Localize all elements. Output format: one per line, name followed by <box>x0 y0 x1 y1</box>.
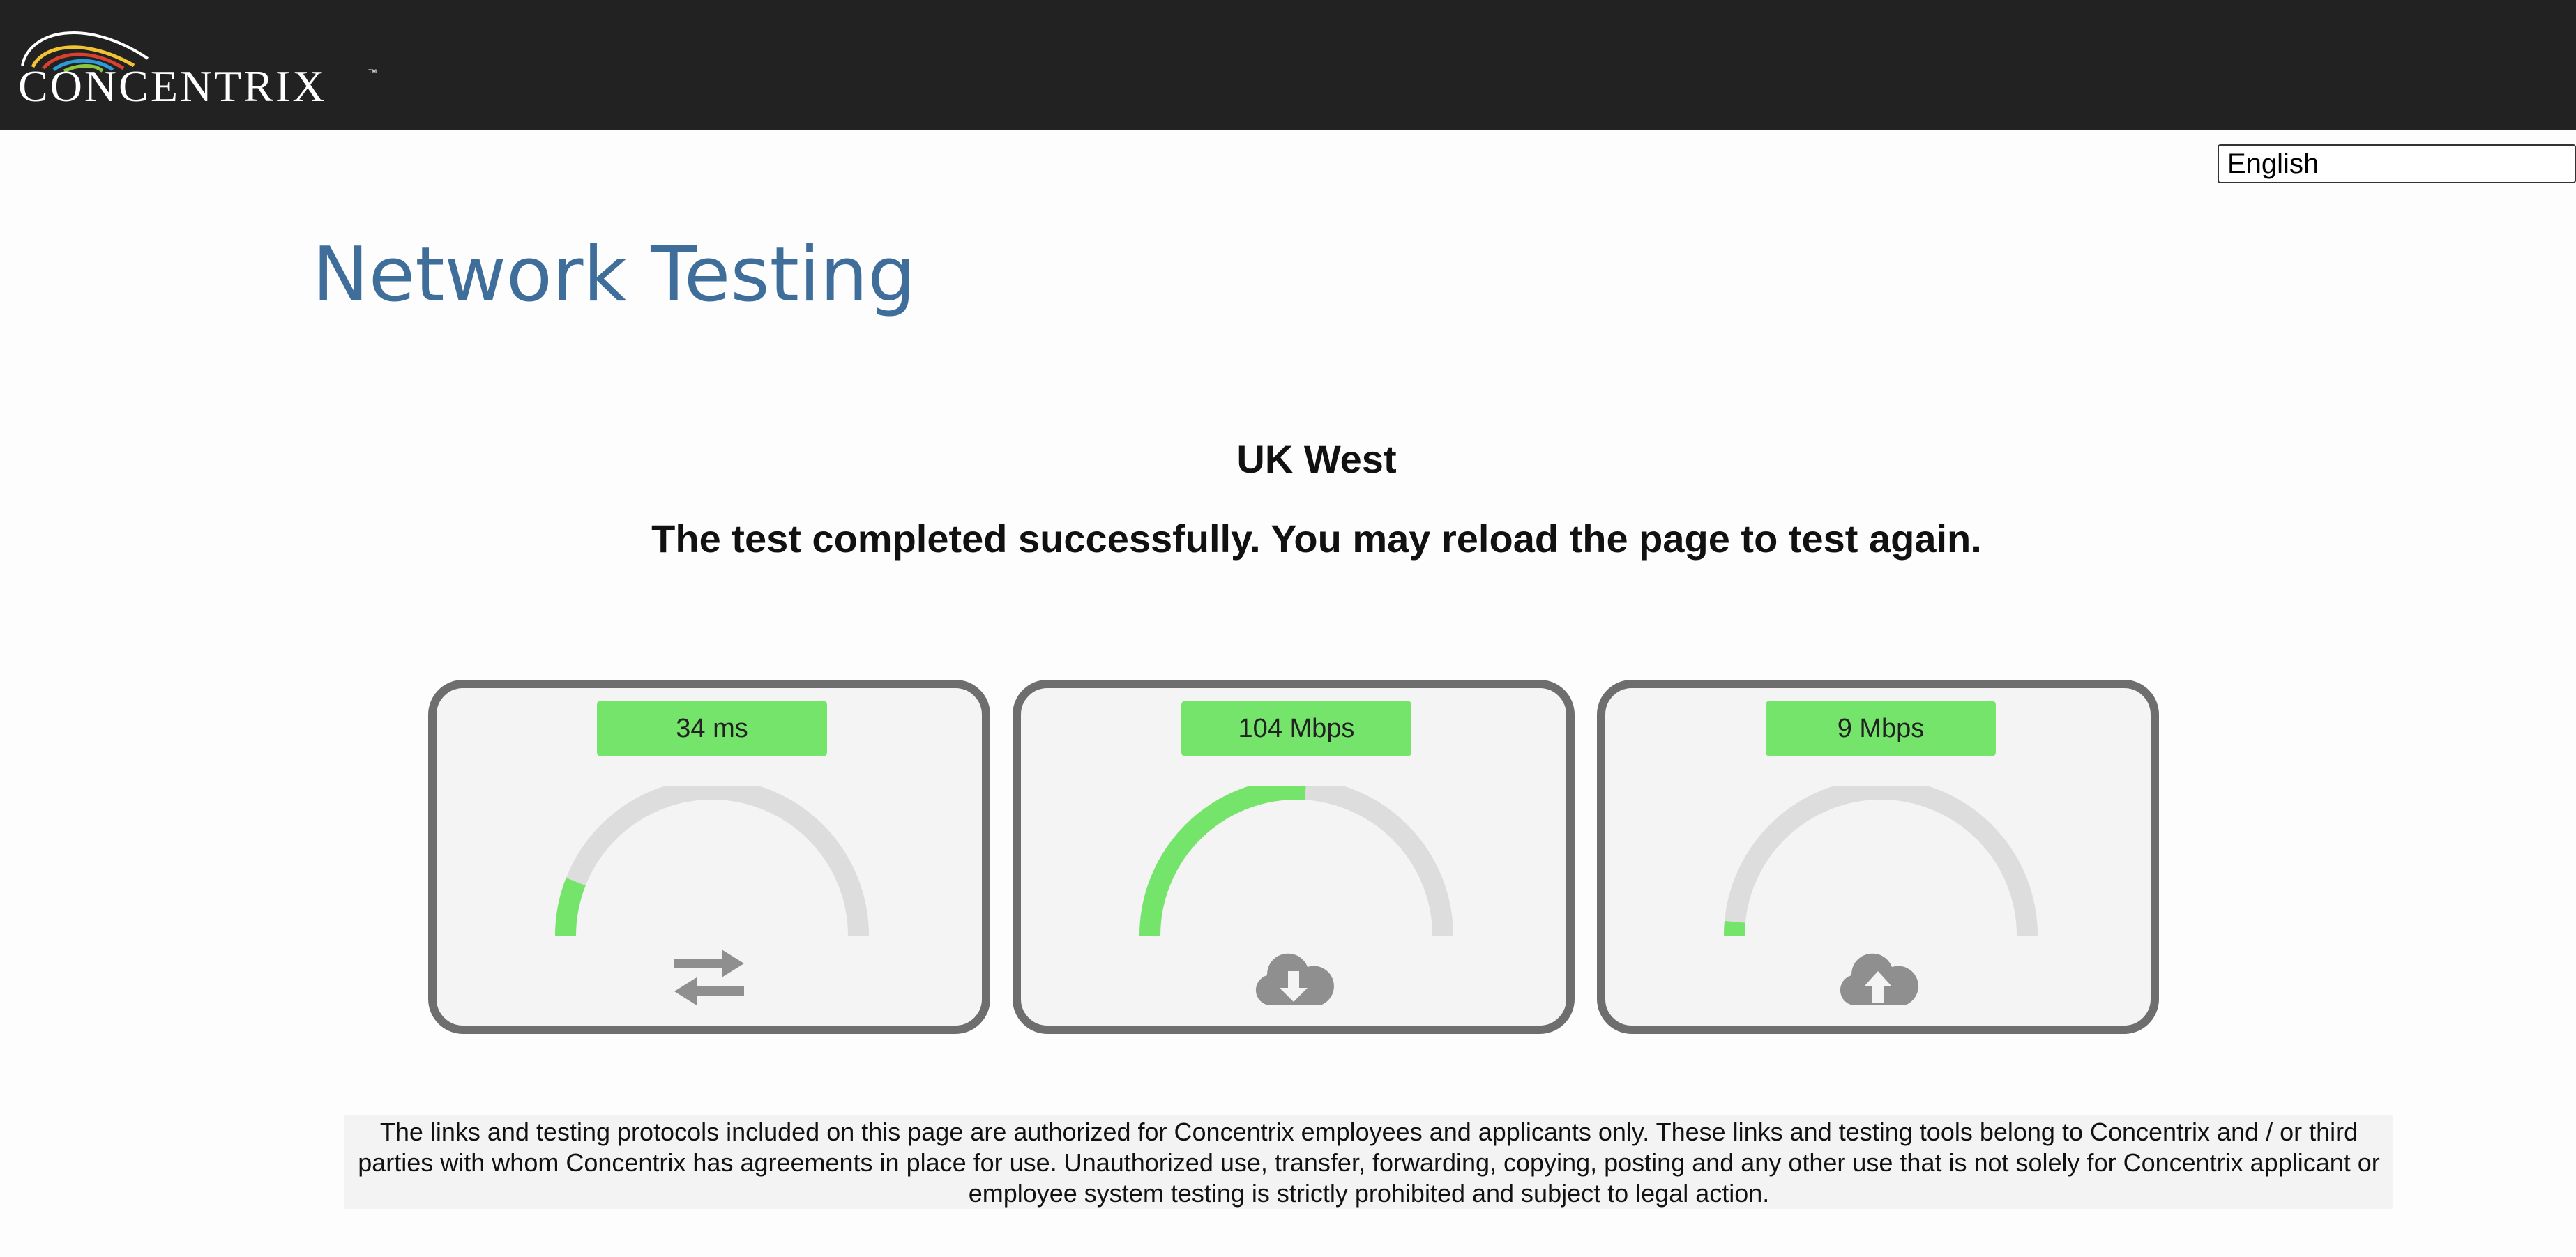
gauge-track <box>555 786 869 936</box>
page-title: Network Testing <box>312 231 916 319</box>
transfer-arrows-icon <box>674 950 744 1005</box>
header-bar: CONCENTRIX ™ <box>0 0 2576 130</box>
download-gauge <box>1139 786 1453 936</box>
download-value-badge: 104 Mbps <box>1181 701 1411 756</box>
gauge-fill <box>1139 786 1306 936</box>
upload-gauge <box>1724 786 2038 936</box>
cloud-download-icon <box>1255 953 1334 1005</box>
latency-value-badge: 34 ms <box>597 701 827 756</box>
language-select[interactable]: English <box>2218 144 2576 183</box>
upload-card: 9 Mbps <box>1597 680 2159 1034</box>
logo-text: CONCENTRIX <box>18 61 327 111</box>
gauge-fill <box>1724 920 1745 936</box>
logo-trademark: ™ <box>368 67 377 78</box>
latency-gauge <box>555 786 869 936</box>
latency-card: 34 ms <box>428 680 990 1034</box>
upload-value-badge: 9 Mbps <box>1766 701 1996 756</box>
gauge-track <box>1139 786 1453 936</box>
gauge-track <box>1724 786 2038 936</box>
gauge-fill <box>555 878 586 936</box>
region-name: UK West <box>1236 437 1397 481</box>
test-status-message: The test completed successfully. You may… <box>651 517 1982 561</box>
legal-disclaimer: The links and testing protocols included… <box>344 1115 2393 1209</box>
page: CONCENTRIX ™ English Network Testing UK … <box>0 0 2576 1257</box>
download-card: 104 Mbps <box>1013 680 1575 1034</box>
cloud-upload-icon <box>1840 953 1918 1005</box>
concentrix-logo[interactable]: CONCENTRIX ™ <box>15 17 378 111</box>
